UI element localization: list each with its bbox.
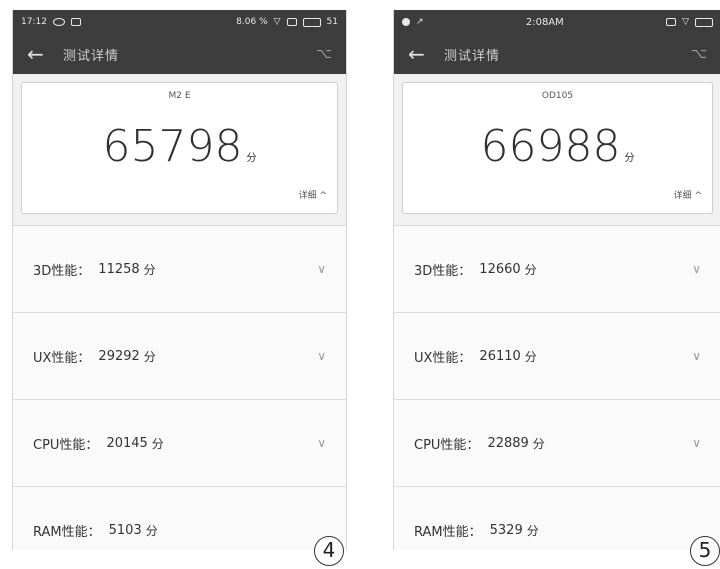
- row-cpu-performance[interactable]: CPU性能： 20145 分 ∨: [13, 399, 346, 486]
- app-bar: ← 测试详情 ⌥: [394, 34, 720, 74]
- chevron-down-icon[interactable]: ∨: [692, 349, 701, 363]
- back-arrow-icon[interactable]: ←: [408, 42, 432, 66]
- row-unit: 分: [145, 523, 158, 538]
- status-bar: 17:12 8.06 % ▽ 51: [13, 10, 346, 34]
- row-label: UX性能：: [414, 350, 472, 366]
- score-unit: 分: [246, 153, 257, 164]
- row-value: 22889: [487, 435, 529, 451]
- row-3d-performance[interactable]: 3D性能： 11258 分 ∨: [13, 225, 346, 312]
- row-value: 5103: [108, 522, 142, 538]
- row-unit: 分: [524, 262, 537, 277]
- score-card: OD105 66988 分 详细 ^: [402, 82, 713, 214]
- battery-icon: [695, 17, 713, 27]
- row-value: 5329: [489, 522, 523, 538]
- chevron-down-icon[interactable]: ∨: [317, 262, 326, 276]
- wifi-icon: ▽: [682, 17, 689, 27]
- status-time: 2:08AM: [525, 16, 564, 28]
- row-cpu-performance[interactable]: CPU性能： 22889 分 ∨: [394, 399, 720, 486]
- chevron-down-icon[interactable]: ∨: [317, 436, 326, 450]
- row-unit: 分: [143, 349, 156, 364]
- total-score-block: 65798 分: [22, 121, 337, 172]
- row-ram-performance[interactable]: RAM性能： 5103 分: [13, 486, 346, 550]
- status-time: 17:12: [21, 17, 47, 27]
- figure-number-4: 4: [314, 536, 344, 566]
- row-unit: 分: [524, 349, 537, 364]
- status-data-rate: 8.06 %: [236, 17, 268, 27]
- vibrate-icon: [666, 18, 677, 26]
- record-icon: [402, 18, 410, 26]
- device-model: M2 E: [168, 91, 191, 101]
- share-icon[interactable]: ⌥: [691, 46, 707, 62]
- page-title: 测试详情: [444, 48, 501, 64]
- row-value: 20145: [106, 435, 148, 451]
- row-label: CPU性能：: [33, 437, 99, 453]
- row-label: 3D性能：: [33, 263, 91, 279]
- figure-number-5: 5: [690, 536, 720, 566]
- row-value: 12660: [479, 261, 521, 277]
- row-label: UX性能：: [33, 350, 91, 366]
- row-unit: 分: [151, 436, 164, 451]
- score-unit: 分: [624, 153, 635, 164]
- score-card: M2 E 65798 分 详细 ^: [21, 82, 338, 214]
- row-unit: 分: [532, 436, 545, 451]
- detail-toggle[interactable]: 详细 ^: [674, 188, 702, 201]
- status-bar: ↗ 2:08AM ▽: [394, 10, 720, 34]
- row-unit: 分: [526, 523, 539, 538]
- phone-screen-od105: ↗ 2:08AM ▽ ← 测试详情 ⌥ OD105 66988 分 详细 ^ 3D…: [393, 10, 720, 550]
- wifi-icon: ▽: [273, 17, 281, 27]
- row-value: 26110: [479, 348, 521, 364]
- chevron-down-icon[interactable]: ∨: [692, 436, 701, 450]
- row-unit: 分: [143, 262, 156, 277]
- location-arrow-icon: ↗: [416, 17, 424, 27]
- battery-level: 51: [326, 17, 338, 27]
- chevron-down-icon[interactable]: ∨: [317, 349, 326, 363]
- total-score-block: 66988 分: [403, 121, 712, 172]
- total-score: 65798: [102, 121, 243, 172]
- row-label: RAM性能：: [33, 524, 101, 540]
- row-value: 11258: [98, 261, 140, 277]
- device-model: OD105: [541, 91, 574, 101]
- detail-toggle[interactable]: 详细 ^: [299, 188, 327, 201]
- chevron-down-icon[interactable]: ∨: [692, 262, 701, 276]
- screen-icon: [286, 18, 297, 26]
- back-arrow-icon[interactable]: ←: [27, 42, 51, 66]
- share-icon[interactable]: ⌥: [316, 46, 332, 62]
- row-ram-performance[interactable]: RAM性能： 5329 分: [394, 486, 720, 550]
- infinity-icon: [52, 18, 65, 26]
- row-ux-performance[interactable]: UX性能： 29292 分 ∨: [13, 312, 346, 399]
- row-3d-performance[interactable]: 3D性能： 12660 分 ∨: [394, 225, 720, 312]
- battery-icon: [302, 17, 321, 27]
- total-score: 66988: [480, 121, 621, 172]
- image-icon: [70, 18, 81, 26]
- page-title: 测试详情: [63, 48, 120, 64]
- app-bar: ← 测试详情 ⌥: [13, 34, 346, 74]
- row-label: CPU性能：: [414, 437, 480, 453]
- row-value: 29292: [98, 348, 140, 364]
- phone-screen-m2e: 17:12 8.06 % ▽ 51 ← 测试详情 ⌥ M2 E 65798 分 详…: [12, 10, 347, 550]
- row-ux-performance[interactable]: UX性能： 26110 分 ∨: [394, 312, 720, 399]
- row-label: 3D性能：: [414, 263, 472, 279]
- row-label: RAM性能：: [414, 524, 482, 540]
